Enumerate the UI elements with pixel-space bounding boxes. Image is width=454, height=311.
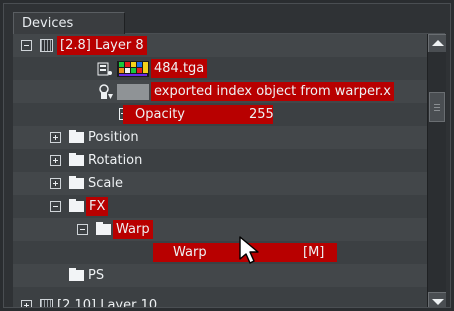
scroll-thumb[interactable] — [429, 92, 445, 122]
tree-row-position[interactable]: Position — [13, 126, 427, 149]
tree-label-fx: FX — [86, 197, 109, 216]
warp-param-tag: [M] — [303, 245, 325, 260]
tree-row-rotation[interactable]: Rotation — [13, 149, 427, 172]
tree-row-warp-folder[interactable]: Warp — [13, 218, 427, 241]
tree-label-ps: PS — [88, 268, 105, 283]
tree-row-layer-10[interactable]: [2.10] Layer 10 — [13, 287, 427, 308]
collapse-icon[interactable] — [77, 224, 88, 235]
devices-panel: Devices [2.8] Layer 8 484.tga exported i… — [3, 3, 451, 308]
tree-row-ps[interactable]: PS — [13, 264, 427, 287]
folder-icon — [69, 176, 84, 189]
tree-label-layer-10: [2.10] Layer 10 — [57, 298, 158, 308]
folder-icon — [96, 222, 111, 235]
layer-icon — [40, 39, 53, 52]
tree-label-layer-8: [2.8] Layer 8 — [57, 36, 147, 55]
mouse-cursor-icon — [239, 236, 259, 264]
tree-row-scale[interactable]: Scale — [13, 172, 427, 195]
device-tree: [2.8] Layer 8 484.tga exported index obj… — [13, 34, 427, 308]
folder-icon — [69, 268, 84, 281]
object-thumbnail — [117, 84, 149, 100]
tree-row-opacity[interactable]: Opacity 255 — [13, 103, 427, 126]
folder-icon — [69, 130, 84, 143]
arrow-up-icon — [432, 40, 444, 46]
collapse-icon[interactable] — [21, 40, 32, 51]
scroll-up-button[interactable] — [428, 34, 446, 52]
tree-label-scale: Scale — [88, 176, 123, 191]
tree-row-warp-param[interactable]: Warp [M] — [13, 241, 427, 264]
tree-row-layer-8[interactable]: [2.8] Layer 8 — [13, 34, 427, 57]
tree-label-rotation: Rotation — [88, 153, 143, 168]
expand-icon[interactable] — [50, 132, 61, 143]
vertical-scrollbar[interactable] — [427, 34, 446, 307]
expand-icon[interactable] — [21, 300, 32, 307]
tree-label-texture: 484.tga — [151, 59, 208, 78]
tree-label-object: exported index object from warper.x — [151, 82, 394, 101]
mesh-slot-icon — [99, 84, 113, 99]
tree-label-warp-folder: Warp — [113, 220, 153, 239]
expand-icon[interactable] — [50, 155, 61, 166]
expand-icon[interactable] — [50, 178, 61, 189]
tab-devices[interactable]: Devices — [13, 12, 125, 34]
folder-icon — [69, 199, 84, 212]
scroll-down-button[interactable] — [428, 292, 446, 307]
opacity-value: 255 — [249, 107, 274, 122]
arrow-down-icon — [432, 299, 444, 305]
tree-row-texture[interactable]: 484.tga — [13, 57, 427, 80]
tree-row-fx[interactable]: FX — [13, 195, 427, 218]
opacity-slider[interactable]: Opacity 255 — [123, 105, 274, 124]
folder-icon — [69, 153, 84, 166]
warp-param-label: Warp — [173, 245, 207, 260]
texture-slot-icon — [97, 62, 112, 76]
collapse-icon[interactable] — [50, 201, 61, 212]
texture-thumbnail — [117, 61, 149, 77]
opacity-label: Opacity — [135, 107, 186, 122]
layer-icon — [40, 299, 53, 307]
tree-row-object[interactable]: exported index object from warper.x — [13, 80, 427, 103]
tree-label-position: Position — [88, 130, 139, 145]
